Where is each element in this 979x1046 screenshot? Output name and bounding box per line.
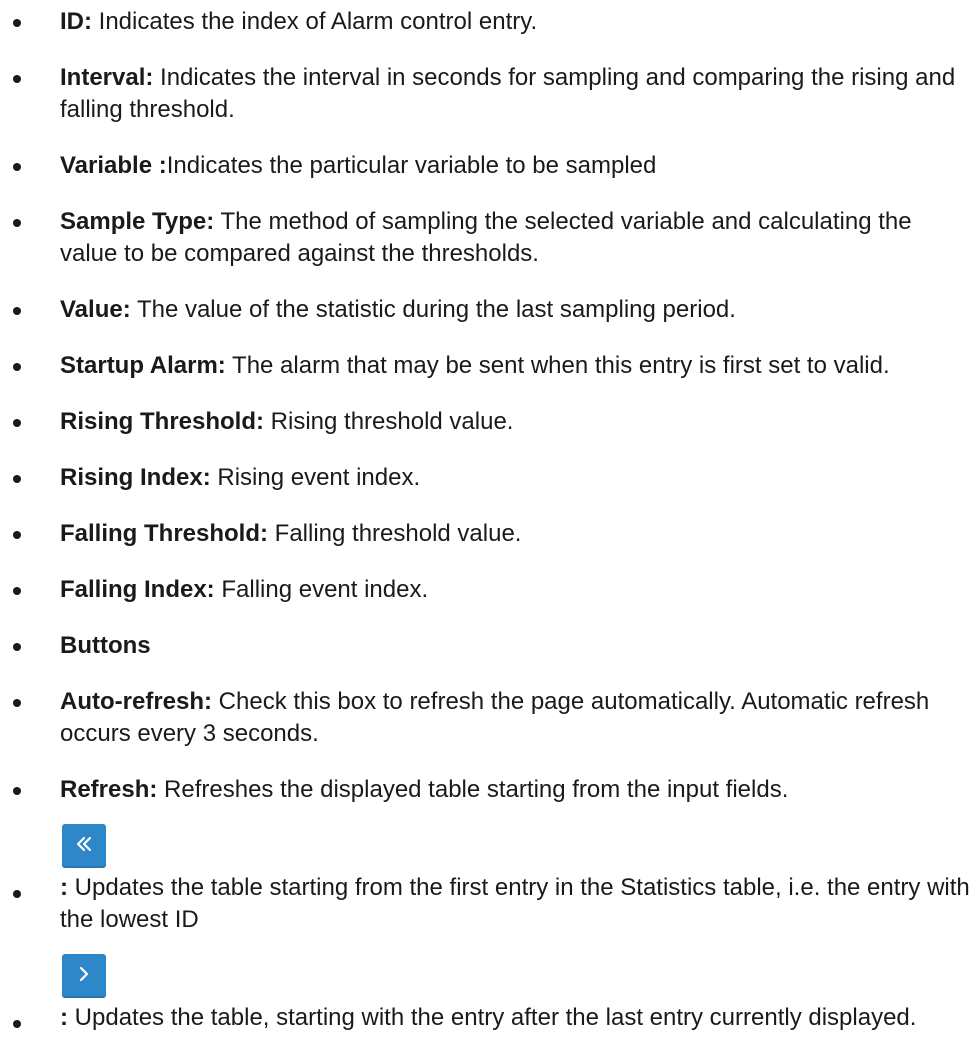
list-item-value: Value: The value of the statistic during… <box>0 294 979 326</box>
list-item-rising-index: Rising Index: Rising event index. <box>0 462 979 494</box>
list-item-first-entry-button: : Updates the table starting from the fi… <box>0 824 979 936</box>
term: Rising Threshold: <box>60 408 264 435</box>
double-chevron-left-icon <box>76 836 92 852</box>
term: Sample Type: <box>60 208 215 235</box>
list-item-falling-threshold: Falling Threshold: Falling threshold val… <box>0 518 979 550</box>
term: Falling Index: <box>60 576 215 603</box>
term: Falling Threshold: <box>60 520 268 547</box>
description: Rising event index. <box>210 464 421 491</box>
term: Buttons <box>60 632 151 659</box>
term: Auto-refresh: <box>60 688 213 715</box>
description: Indicates the index of Alarm control ent… <box>92 8 538 35</box>
description: Updates the table, starting with the ent… <box>68 1004 917 1031</box>
list-item-variable: Variable :Indicates the particular varia… <box>0 150 979 182</box>
term: Refresh: <box>60 776 158 803</box>
term: Interval: <box>60 64 154 91</box>
term: ID: <box>60 8 92 35</box>
list-item-startup-alarm: Startup Alarm: The alarm that may be sen… <box>0 350 979 382</box>
list-item-interval: Interval: Indicates the interval in seco… <box>0 62 979 126</box>
definition-list: ID: Indicates the index of Alarm control… <box>0 6 979 1034</box>
term: : <box>60 874 68 901</box>
list-item-sample-type: Sample Type: The method of sampling the … <box>0 206 979 270</box>
first-entry-button[interactable] <box>62 824 106 868</box>
term: : <box>60 1004 68 1031</box>
chevron-right-icon <box>79 966 89 982</box>
list-item-id: ID: Indicates the index of Alarm control… <box>0 6 979 38</box>
list-item-rising-threshold: Rising Threshold: Rising threshold value… <box>0 406 979 438</box>
next-entry-button[interactable] <box>62 954 106 998</box>
list-item-refresh: Refresh: Refreshes the displayed table s… <box>0 774 979 806</box>
term: Rising Index: <box>60 464 211 491</box>
description: Updates the table starting from the firs… <box>60 874 970 933</box>
term: Variable : <box>60 152 167 179</box>
description: Rising threshold value. <box>264 408 514 435</box>
description: The alarm that may be sent when this ent… <box>225 352 890 379</box>
description: Falling event index. <box>214 576 429 603</box>
list-item-next-entry-button: : Updates the table, starting with the e… <box>0 954 979 1034</box>
term: Value: <box>60 296 131 323</box>
list-item-falling-index: Falling Index: Falling event index. <box>0 574 979 606</box>
description: The value of the statistic during the la… <box>130 296 736 323</box>
list-item-auto-refresh: Auto-refresh: Check this box to refresh … <box>0 686 979 750</box>
term: Startup Alarm: <box>60 352 226 379</box>
description: Indicates the particular variable to be … <box>166 152 657 179</box>
description: Indicates the interval in seconds for sa… <box>60 64 956 123</box>
list-item-buttons: Buttons <box>0 630 979 662</box>
description: Falling threshold value. <box>268 520 522 547</box>
description: Refreshes the displayed table starting f… <box>157 776 789 803</box>
